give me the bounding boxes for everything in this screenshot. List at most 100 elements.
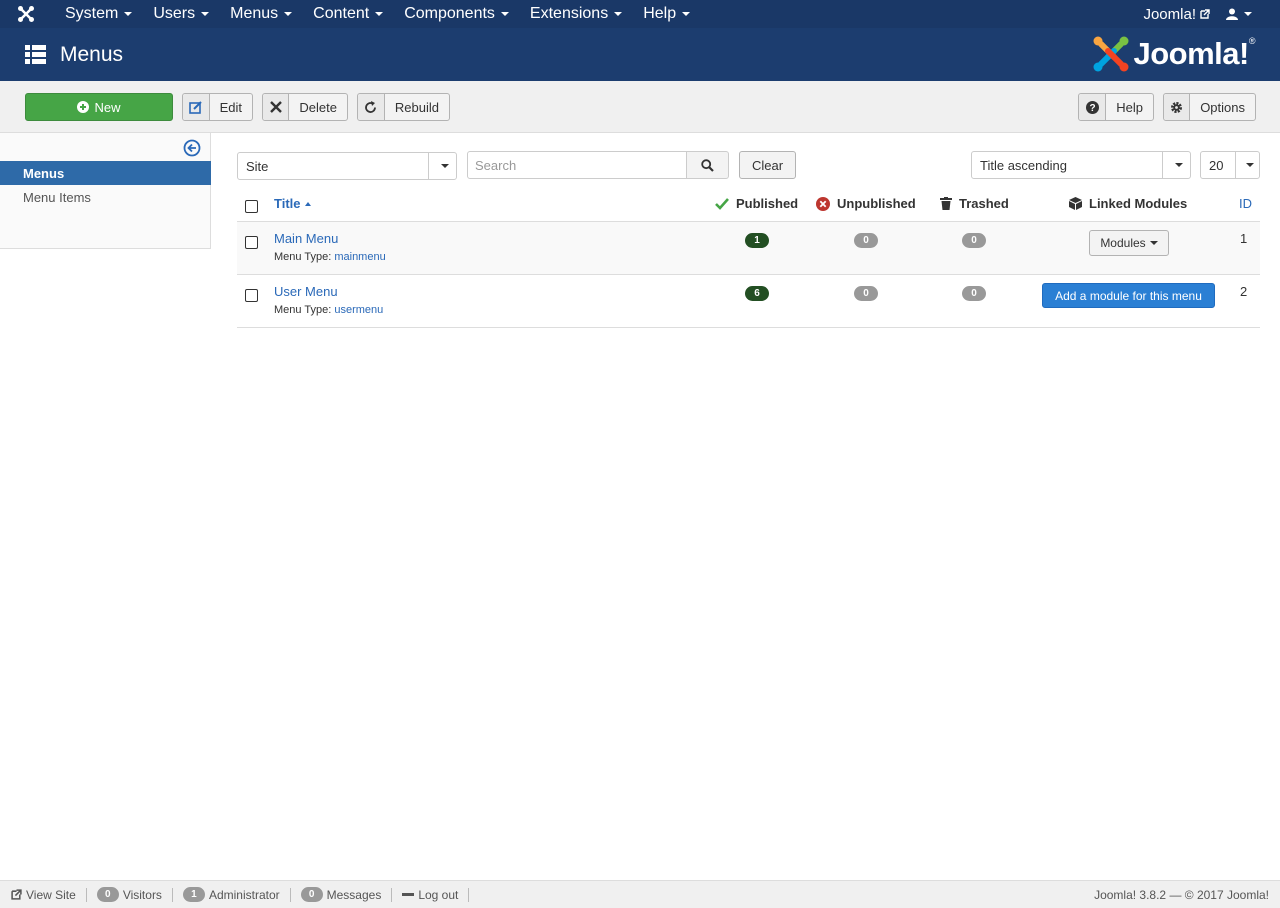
search-button[interactable] <box>686 151 729 179</box>
title-column-header[interactable]: Title <box>274 196 311 211</box>
title-header-label: Title <box>274 196 301 211</box>
plus-circle-icon <box>77 101 90 113</box>
menu-extensions[interactable]: Extensions <box>517 0 630 28</box>
unpublished-count-badge[interactable]: 0 <box>854 286 878 301</box>
user-menu[interactable] <box>1226 8 1280 20</box>
version-text: Joomla! 3.8.2 — © 2017 Joomla! <box>1094 887 1269 902</box>
menu-content[interactable]: Content <box>300 0 391 28</box>
options-button-label: Options <box>1200 99 1245 115</box>
unpublished-header-label: Unpublished <box>837 196 916 211</box>
limit-select[interactable]: 20 <box>1200 151 1260 179</box>
menu-label: Components <box>404 5 495 22</box>
trashed-count-badge[interactable]: 0 <box>962 286 986 301</box>
menu-type-value[interactable]: mainmenu <box>334 251 385 263</box>
logout-link[interactable]: Log out <box>392 887 470 902</box>
messages-count-badge: 0 <box>300 887 323 902</box>
clear-button[interactable]: Clear <box>739 151 796 179</box>
linked-modules-column-header: Linked Modules <box>1069 196 1187 211</box>
trash-icon <box>940 197 952 210</box>
external-link-icon <box>11 889 22 900</box>
messages-label: Messages <box>326 887 382 902</box>
menu-label: Content <box>313 5 370 22</box>
caret-down-icon <box>1162 152 1190 178</box>
trashed-column-header: Trashed <box>940 196 1009 211</box>
admin-label: Administrator <box>208 887 280 902</box>
menu-title-link[interactable]: Main Menu <box>274 231 338 246</box>
menu-type-label: Menu Type: <box>274 304 332 316</box>
delete-button[interactable]: Delete <box>262 93 348 121</box>
site-link[interactable]: Joomla! <box>1143 6 1226 23</box>
rebuild-button[interactable]: Rebuild <box>357 93 450 121</box>
sidebar: Menus Menu Items <box>0 133 211 249</box>
row-id: 1 <box>1240 231 1248 246</box>
id-column-header[interactable]: ID <box>1239 196 1252 211</box>
question-icon: ? <box>1079 94 1107 120</box>
unpublished-count-badge[interactable]: 0 <box>854 233 878 248</box>
view-site-link[interactable]: View Site <box>0 887 87 902</box>
modules-dropdown-button[interactable]: Modules <box>1089 230 1169 256</box>
refresh-icon <box>358 94 385 120</box>
menu-menus[interactable]: Menus <box>217 0 300 28</box>
ordering-select[interactable]: Title ascending <box>971 151 1191 179</box>
svg-text:?: ? <box>1089 103 1095 114</box>
caret-down-icon <box>682 12 691 16</box>
menu-type: Menu Type: usermenu <box>274 304 383 316</box>
table-row: Main Menu Menu Type: mainmenu 1 0 0 Modu… <box>237 222 1260 275</box>
view-site-label: View Site <box>26 887 76 902</box>
visitors-label: Visitors <box>122 887 162 902</box>
published-count-badge[interactable]: 1 <box>745 233 769 248</box>
site-link-label: Joomla! <box>1143 5 1196 23</box>
trashed-count-badge[interactable]: 0 <box>962 233 986 248</box>
menu-type-label: Menu Type: <box>274 251 332 263</box>
joomla-icon[interactable] <box>0 0 52 28</box>
user-icon <box>1226 8 1238 20</box>
options-button[interactable]: Options <box>1163 93 1256 121</box>
caret-down-icon <box>614 12 623 16</box>
menu-users[interactable]: Users <box>140 0 217 28</box>
admin-status: 1 Administrator <box>173 887 291 902</box>
published-count-badge[interactable]: 6 <box>745 286 769 301</box>
client-select-value: Site <box>246 158 269 174</box>
list-icon <box>25 44 46 65</box>
trashed-header-label: Trashed <box>959 196 1009 211</box>
logo-text-label: Joomla! <box>1133 36 1250 71</box>
published-header-label: Published <box>736 196 799 211</box>
edit-icon <box>183 94 210 120</box>
edit-button[interactable]: Edit <box>182 93 253 121</box>
status-footer: View Site 0 Visitors 1 Administrator 0 M… <box>0 880 1280 908</box>
joomla-logo: Joomla!® <box>1092 35 1256 73</box>
search-input[interactable] <box>467 151 687 179</box>
collapse-sidebar-icon[interactable] <box>183 139 203 159</box>
menu-type-value[interactable]: usermenu <box>334 304 383 316</box>
add-module-button[interactable]: Add a module for this menu <box>1042 283 1215 308</box>
new-button[interactable]: New <box>25 93 173 121</box>
row-id: 2 <box>1240 284 1248 299</box>
close-icon <box>263 94 290 120</box>
menu-system[interactable]: System <box>52 0 140 28</box>
menu-label: Users <box>153 5 196 22</box>
published-column-header: Published <box>715 196 798 211</box>
messages-link[interactable]: 0 Messages <box>291 887 393 902</box>
menu-components[interactable]: Components <box>391 0 517 28</box>
menu-title-link[interactable]: User Menu <box>274 284 338 299</box>
caret-down-icon <box>284 12 293 16</box>
menu-label: System <box>65 5 119 22</box>
row-checkbox[interactable] <box>245 289 258 302</box>
menu-help[interactable]: Help <box>630 0 698 28</box>
gear-icon <box>1164 94 1191 120</box>
caret-down-icon <box>375 12 384 16</box>
caret-down-icon <box>124 12 133 16</box>
sidebar-item-menus[interactable]: Menus <box>0 161 211 185</box>
search-icon <box>701 158 714 172</box>
menu-type: Menu Type: mainmenu <box>274 251 386 263</box>
caret-down-icon <box>500 12 509 16</box>
row-checkbox[interactable] <box>245 236 258 249</box>
select-all-checkbox[interactable] <box>245 200 258 213</box>
help-button[interactable]: ? Help <box>1078 93 1154 121</box>
client-select[interactable]: Site <box>237 152 457 180</box>
sidebar-item-menu-items[interactable]: Menu Items <box>0 185 211 209</box>
toolbar: New Edit Delete Rebuild ? Help Options <box>0 81 1280 133</box>
new-button-label: New <box>94 99 121 115</box>
admin-count-badge: 1 <box>182 887 205 902</box>
limit-select-value: 20 <box>1209 157 1224 173</box>
